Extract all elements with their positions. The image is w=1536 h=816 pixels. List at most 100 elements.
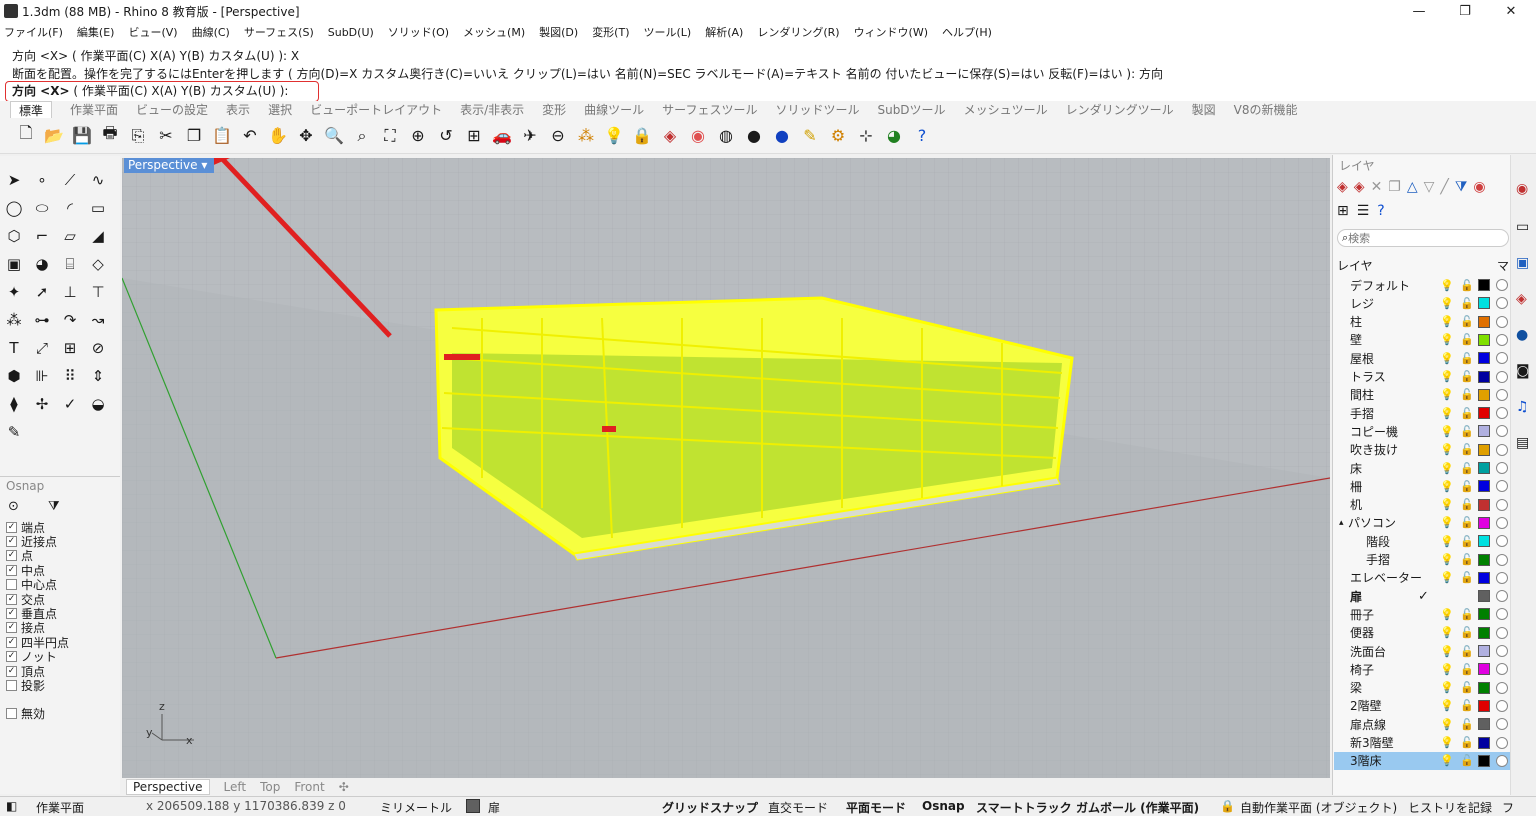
layer-color-swatch[interactable] (1478, 462, 1490, 474)
layer-name[interactable]: 扉 (1350, 588, 1362, 605)
color-panel-icon[interactable]: ◉ (1516, 181, 1528, 197)
material-circle-icon[interactable] (1496, 535, 1508, 548)
menu-edit[interactable]: 編集(E) (77, 24, 115, 40)
layer-row[interactable]: 梁 💡 🔓 (1334, 679, 1510, 697)
print-icon[interactable]: 🖶 (98, 123, 122, 148)
image-panel-icon[interactable]: ▣ (1516, 255, 1529, 271)
layer-row[interactable]: 階段 💡 🔓 (1334, 532, 1510, 550)
layer-name[interactable]: 2階壁 (1350, 697, 1382, 714)
layer-row[interactable]: 扉点線 💡 🔓 (1334, 715, 1510, 733)
material-circle-icon[interactable] (1496, 425, 1508, 438)
undo-icon[interactable]: ↶ (238, 124, 262, 148)
layer-name[interactable]: 柵 (1350, 478, 1362, 495)
layer-color-swatch[interactable] (1478, 608, 1490, 621)
help-icon[interactable]: ? (910, 124, 934, 148)
visibility-bulb-icon[interactable]: 💡 (1440, 535, 1454, 548)
paste-icon[interactable]: 📋 (210, 124, 234, 148)
unlock-icon[interactable]: 🔓 (1460, 736, 1474, 749)
layer-color-swatch[interactable] (1478, 535, 1490, 548)
osnap-item[interactable]: 投影 (6, 677, 45, 694)
rotate-icon[interactable]: ✥ (294, 124, 318, 148)
visibility-bulb-icon[interactable]: 💡 (1440, 718, 1454, 731)
add-viewport-icon[interactable]: ✣ (339, 780, 349, 794)
close-button[interactable]: ✕ (1488, 0, 1534, 22)
smarttrack-toggle[interactable]: スマートトラック (976, 799, 1072, 816)
layer-name[interactable]: 吹き抜け (1350, 441, 1398, 458)
menu-drafting[interactable]: 製図(D) (539, 24, 578, 40)
layer-color-swatch[interactable] (1478, 315, 1490, 328)
trim-icon[interactable]: ⊥ (58, 280, 82, 304)
layer-name[interactable]: 壁 (1350, 331, 1362, 348)
cplane-status[interactable]: 作業平面 (36, 799, 84, 816)
unlock-icon[interactable]: 🔓 (1460, 645, 1474, 658)
material-circle-icon[interactable] (1496, 315, 1508, 328)
paint-icon[interactable]: ✎ (2, 420, 26, 444)
tab-display[interactable]: 表示 (226, 101, 250, 118)
material-circle-icon[interactable] (1496, 681, 1508, 694)
menu-subd[interactable]: SubD(U) (328, 26, 374, 39)
material-circle-icon[interactable] (1496, 590, 1508, 603)
unlock-icon[interactable]: 🔓 (1460, 699, 1474, 712)
layer-name[interactable]: 手摺 (1350, 405, 1374, 422)
layer-row[interactable]: エレベーター 💡 🔓 (1334, 569, 1510, 587)
unlock-icon[interactable]: 🔓 (1460, 297, 1474, 310)
osnap-checkbox[interactable]: ✓ (6, 651, 17, 662)
offset-icon[interactable]: ↷ (58, 308, 82, 332)
visibility-bulb-icon[interactable]: 💡 (1440, 516, 1454, 529)
tab-cplanes[interactable]: 作業平面 (70, 101, 118, 118)
menu-surface[interactable]: サーフェス(S) (244, 24, 314, 40)
surface-icon[interactable]: ▱ (58, 224, 82, 248)
unlock-icon[interactable]: 🔓 (1460, 608, 1474, 621)
new-sublayer-icon[interactable]: ◈ (1354, 179, 1365, 195)
car-icon[interactable]: 🚗 (490, 124, 514, 148)
material-circle-icon[interactable] (1496, 699, 1508, 712)
layer-name[interactable]: 便器 (1350, 624, 1374, 641)
gumball-toggle[interactable]: ガムボール (作業平面) (1076, 799, 1199, 816)
layer-row[interactable]: 便器 💡 🔓 (1334, 624, 1510, 642)
layer-row[interactable]: 屋根 💡 🔓 (1334, 349, 1510, 367)
visibility-bulb-icon[interactable]: 💡 (1440, 626, 1454, 639)
globe-icon[interactable]: ◕ (882, 124, 906, 148)
lock-icon[interactable]: 🔒 (630, 124, 654, 148)
array-icon[interactable]: ⠿ (58, 364, 82, 388)
sphere-icon[interactable]: ◕ (30, 252, 54, 276)
layer-color-swatch[interactable] (1478, 718, 1490, 731)
unlock-icon[interactable]: 🔓 (1460, 388, 1474, 401)
visibility-bulb-icon[interactable]: 💡 (1440, 608, 1454, 621)
import-icon[interactable]: ⎘ (126, 124, 150, 148)
material-circle-icon[interactable] (1496, 297, 1508, 310)
visibility-bulb-icon[interactable]: 💡 (1440, 480, 1454, 493)
layer-color-swatch[interactable] (1478, 352, 1490, 365)
new-layer-icon[interactable]: ◈ (1337, 179, 1348, 195)
material-circle-icon[interactable] (1496, 516, 1508, 529)
visibility-bulb-icon[interactable]: 💡 (1440, 571, 1454, 584)
loft-icon[interactable]: ◢ (86, 224, 110, 248)
polygon-icon[interactable]: ⬡ (2, 224, 26, 248)
layer-color-swatch[interactable] (1478, 736, 1490, 749)
layer-color-swatch[interactable] (1478, 407, 1490, 420)
minimize-button[interactable]: — (1396, 0, 1442, 22)
tab-left[interactable]: Left (224, 780, 247, 794)
curve-icon[interactable]: ∿ (86, 168, 110, 192)
unlock-icon[interactable]: 🔓 (1460, 425, 1474, 438)
join-icon[interactable]: ⊶ (30, 308, 54, 332)
visibility-bulb-icon[interactable]: 💡 (1440, 425, 1454, 438)
layer-name[interactable]: 床 (1350, 460, 1362, 477)
layer-color-swatch[interactable] (1478, 388, 1490, 401)
visibility-bulb-icon[interactable]: 💡 (1440, 699, 1454, 712)
sphere-wire-icon[interactable]: ◍ (714, 124, 738, 148)
material-circle-icon[interactable] (1496, 553, 1508, 566)
tab-surface-tools[interactable]: サーフェスツール (662, 101, 757, 118)
zoom-window-icon[interactable]: ⌕ (350, 124, 374, 148)
layer-search[interactable]: ⌕ 検索 (1337, 229, 1509, 247)
visibility-bulb-icon[interactable]: 💡 (1440, 352, 1454, 365)
cplane-icon[interactable]: ⊖ (546, 124, 570, 148)
rectangle-icon[interactable]: ▭ (86, 196, 110, 220)
unlock-icon[interactable]: 🔓 (1460, 663, 1474, 676)
zoom-extents-icon[interactable]: ⛶ (378, 124, 402, 148)
hatch-icon[interactable]: ⊘ (86, 336, 110, 360)
layer-row[interactable]: 2階壁 💡 🔓 (1334, 697, 1510, 715)
text-icon[interactable]: T (2, 336, 26, 360)
visibility-bulb-icon[interactable]: 💡 (1440, 443, 1454, 456)
plane-icon[interactable]: ✈ (518, 124, 542, 148)
